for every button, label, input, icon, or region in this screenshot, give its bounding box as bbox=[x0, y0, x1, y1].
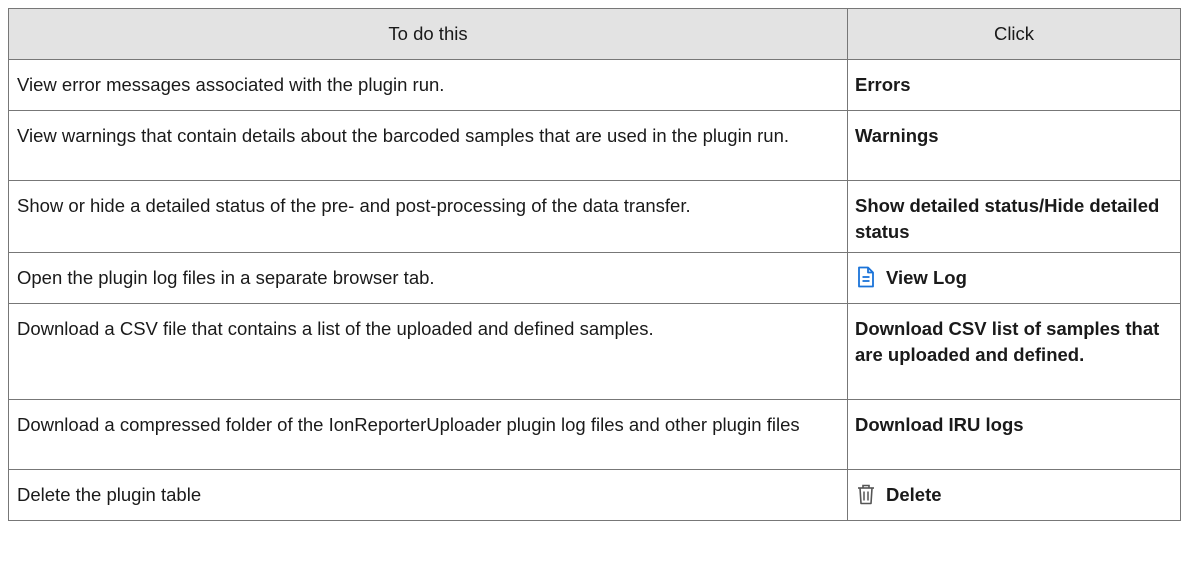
row-description: Download a CSV file that contains a list… bbox=[8, 303, 848, 400]
header-click: Click bbox=[847, 8, 1181, 60]
row-description: Show or hide a detailed status of the pr… bbox=[8, 180, 848, 253]
row-description: Delete the plugin table bbox=[8, 469, 848, 521]
row-description: View warnings that contain details about… bbox=[8, 110, 848, 181]
row-description: View error messages associated with the … bbox=[8, 59, 848, 111]
document-icon bbox=[856, 266, 876, 288]
table-row: Delete the plugin table Delete bbox=[8, 469, 1181, 521]
delete-label: Delete bbox=[886, 484, 942, 505]
action-table: To do this Click View error messages ass… bbox=[8, 8, 1181, 521]
table-row: Download a compressed folder of the IonR… bbox=[8, 399, 1181, 470]
table-row: View warnings that contain details about… bbox=[8, 110, 1181, 181]
trash-icon bbox=[856, 483, 876, 505]
table-header-row: To do this Click bbox=[8, 8, 1181, 60]
row-click-label: Warnings bbox=[847, 110, 1181, 181]
row-click-label: Errors bbox=[847, 59, 1181, 111]
row-click-label: Download CSV list of samples that are up… bbox=[847, 303, 1181, 400]
row-click-cell: Delete bbox=[847, 469, 1181, 521]
header-to-do-this: To do this bbox=[8, 8, 848, 60]
table-row: View error messages associated with the … bbox=[8, 59, 1181, 111]
table-row: Download a CSV file that contains a list… bbox=[8, 303, 1181, 400]
view-log-label: View Log bbox=[886, 267, 967, 288]
table-row: Show or hide a detailed status of the pr… bbox=[8, 180, 1181, 253]
row-description: Download a compressed folder of the IonR… bbox=[8, 399, 848, 470]
table-row: Open the plugin log files in a separate … bbox=[8, 252, 1181, 304]
row-description: Open the plugin log files in a separate … bbox=[8, 252, 848, 304]
row-click-cell: View Log bbox=[847, 252, 1181, 304]
row-click-label: Show detailed status/Hide detailed statu… bbox=[847, 180, 1181, 253]
row-click-label: Download IRU logs bbox=[847, 399, 1181, 470]
